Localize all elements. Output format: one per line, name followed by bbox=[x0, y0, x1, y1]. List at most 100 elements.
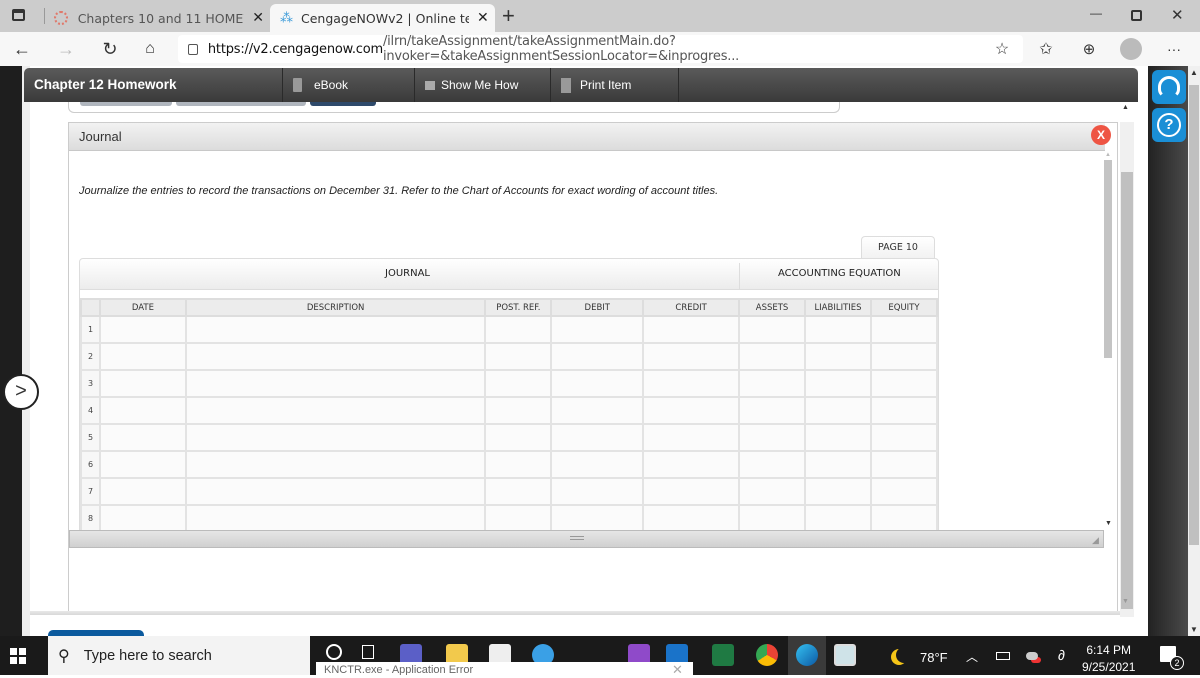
cell-date[interactable] bbox=[98, 369, 187, 398]
cell-description[interactable] bbox=[184, 342, 487, 371]
cell-post-ref[interactable] bbox=[484, 477, 553, 506]
cell-liabilities[interactable] bbox=[804, 477, 872, 506]
close-tab-icon[interactable]: ✕ bbox=[252, 10, 264, 26]
cell-equity[interactable] bbox=[869, 477, 939, 506]
cell-equity[interactable] bbox=[869, 315, 939, 344]
close-window-button[interactable]: ✕ bbox=[1171, 6, 1184, 24]
print-item-button[interactable]: Print Item bbox=[550, 68, 676, 102]
cell-debit[interactable] bbox=[550, 369, 645, 398]
resize-grip-icon[interactable]: ◢ bbox=[1092, 535, 1099, 546]
cell-equity[interactable] bbox=[869, 423, 939, 452]
content-scroll-down-icon[interactable]: ▼ bbox=[1122, 598, 1129, 605]
cell-credit[interactable] bbox=[642, 369, 741, 398]
tray-expand-icon[interactable]: ︿ bbox=[966, 648, 978, 665]
drag-handle-icon[interactable] bbox=[570, 536, 584, 540]
cell-credit[interactable] bbox=[642, 423, 741, 452]
weather-temperature[interactable]: 78°F bbox=[920, 650, 948, 665]
cell-debit[interactable] bbox=[550, 477, 645, 506]
excel-icon[interactable] bbox=[712, 644, 734, 666]
cell-liabilities[interactable] bbox=[804, 369, 872, 398]
profile-avatar[interactable] bbox=[1120, 38, 1142, 60]
cell-credit[interactable] bbox=[642, 396, 741, 425]
cell-liabilities[interactable] bbox=[804, 504, 872, 533]
cell-debit[interactable] bbox=[550, 504, 645, 533]
cell-post-ref[interactable] bbox=[484, 342, 553, 371]
edge-icon[interactable] bbox=[796, 644, 818, 666]
add-favorite-icon[interactable]: ☆ bbox=[990, 37, 1014, 61]
error-window-close-icon[interactable]: ✕ bbox=[672, 662, 683, 678]
cell-assets[interactable] bbox=[738, 423, 807, 452]
cell-post-ref[interactable] bbox=[484, 369, 553, 398]
task-view-icon[interactable] bbox=[362, 645, 374, 659]
taskbar-search-box[interactable]: ⚲ Type here to search bbox=[48, 636, 310, 675]
dialog-scroll-down-icon[interactable]: ▼ bbox=[1105, 520, 1112, 527]
cortana-icon[interactable] bbox=[326, 644, 342, 660]
show-me-how-button[interactable]: Show Me How bbox=[414, 68, 548, 102]
cell-date[interactable] bbox=[98, 396, 187, 425]
pen-icon[interactable]: ∂ bbox=[1058, 647, 1065, 663]
minimize-button[interactable]: — bbox=[1090, 6, 1102, 20]
cell-date[interactable] bbox=[98, 504, 187, 533]
content-scrollbar-thumb[interactable] bbox=[1121, 172, 1133, 609]
cell-credit[interactable] bbox=[642, 450, 741, 479]
address-bar[interactable]: https://v2.cengagenow.com /ilrn/takeAssi… bbox=[178, 34, 1023, 64]
battery-icon[interactable] bbox=[996, 652, 1010, 660]
favorites-icon[interactable]: ✩ bbox=[1034, 37, 1058, 61]
cell-credit[interactable] bbox=[642, 315, 741, 344]
cell-debit[interactable] bbox=[550, 342, 645, 371]
cell-liabilities[interactable] bbox=[804, 423, 872, 452]
onedrive-error-icon[interactable] bbox=[1026, 652, 1038, 660]
cell-post-ref[interactable] bbox=[484, 396, 553, 425]
cell-assets[interactable] bbox=[738, 342, 807, 371]
cell-description[interactable] bbox=[184, 477, 487, 506]
cell-equity[interactable] bbox=[869, 504, 939, 533]
cell-debit[interactable] bbox=[550, 396, 645, 425]
dialog-scrollbar-thumb[interactable] bbox=[1104, 160, 1112, 358]
cell-liabilities[interactable] bbox=[804, 315, 872, 344]
cell-credit[interactable] bbox=[642, 342, 741, 371]
cell-assets[interactable] bbox=[738, 369, 807, 398]
cell-assets[interactable] bbox=[738, 315, 807, 344]
tab-cengage[interactable]: ⁂ CengageNOWv2 | Online teachin ✕ bbox=[270, 4, 495, 32]
cell-post-ref[interactable] bbox=[484, 423, 553, 452]
cell-post-ref[interactable] bbox=[484, 450, 553, 479]
cell-post-ref[interactable] bbox=[484, 504, 553, 533]
tab-chapters-homework[interactable]: Chapters 10 and 11 HOMEWORK ✕ bbox=[54, 4, 264, 32]
cell-date[interactable] bbox=[98, 477, 187, 506]
cell-liabilities[interactable] bbox=[804, 342, 872, 371]
tab-actions-icon[interactable] bbox=[12, 9, 25, 21]
cell-description[interactable] bbox=[184, 423, 487, 452]
cell-debit[interactable] bbox=[550, 315, 645, 344]
cell-assets[interactable] bbox=[738, 396, 807, 425]
collections-icon[interactable]: ⊕ bbox=[1077, 37, 1101, 61]
cell-assets[interactable] bbox=[738, 477, 807, 506]
cell-description[interactable] bbox=[184, 396, 487, 425]
cell-liabilities[interactable] bbox=[804, 450, 872, 479]
windows-start-icon[interactable] bbox=[10, 648, 26, 664]
cell-description[interactable] bbox=[184, 315, 487, 344]
cell-date[interactable] bbox=[98, 450, 187, 479]
maximize-button[interactable] bbox=[1131, 10, 1142, 21]
cell-description[interactable] bbox=[184, 504, 487, 533]
page-scroll-down-icon[interactable]: ▼ bbox=[1190, 625, 1198, 634]
dialog-resize-bar[interactable]: ◢ bbox=[69, 530, 1104, 548]
cell-credit[interactable] bbox=[642, 477, 741, 506]
forward-button[interactable]: → bbox=[54, 37, 78, 61]
new-tab-button[interactable]: + bbox=[502, 3, 515, 29]
cell-description[interactable] bbox=[184, 369, 487, 398]
cell-debit[interactable] bbox=[550, 423, 645, 452]
content-scroll-up-icon[interactable]: ▲ bbox=[1122, 104, 1129, 111]
cell-liabilities[interactable] bbox=[804, 396, 872, 425]
cell-debit[interactable] bbox=[550, 450, 645, 479]
cell-assets[interactable] bbox=[738, 450, 807, 479]
page-scroll-up-icon[interactable]: ▲ bbox=[1190, 68, 1198, 77]
cell-date[interactable] bbox=[98, 423, 187, 452]
dialog-scroll-up-icon[interactable]: ▲ bbox=[1105, 152, 1111, 158]
cell-equity[interactable] bbox=[869, 396, 939, 425]
ebook-button[interactable]: eBook bbox=[282, 68, 412, 102]
refresh-button[interactable]: ↻ bbox=[98, 37, 122, 61]
expand-panel-button[interactable]: > bbox=[3, 374, 39, 410]
cell-date[interactable] bbox=[98, 315, 187, 344]
help-button[interactable]: ? bbox=[1152, 108, 1186, 142]
close-dialog-button[interactable]: X bbox=[1091, 125, 1111, 145]
